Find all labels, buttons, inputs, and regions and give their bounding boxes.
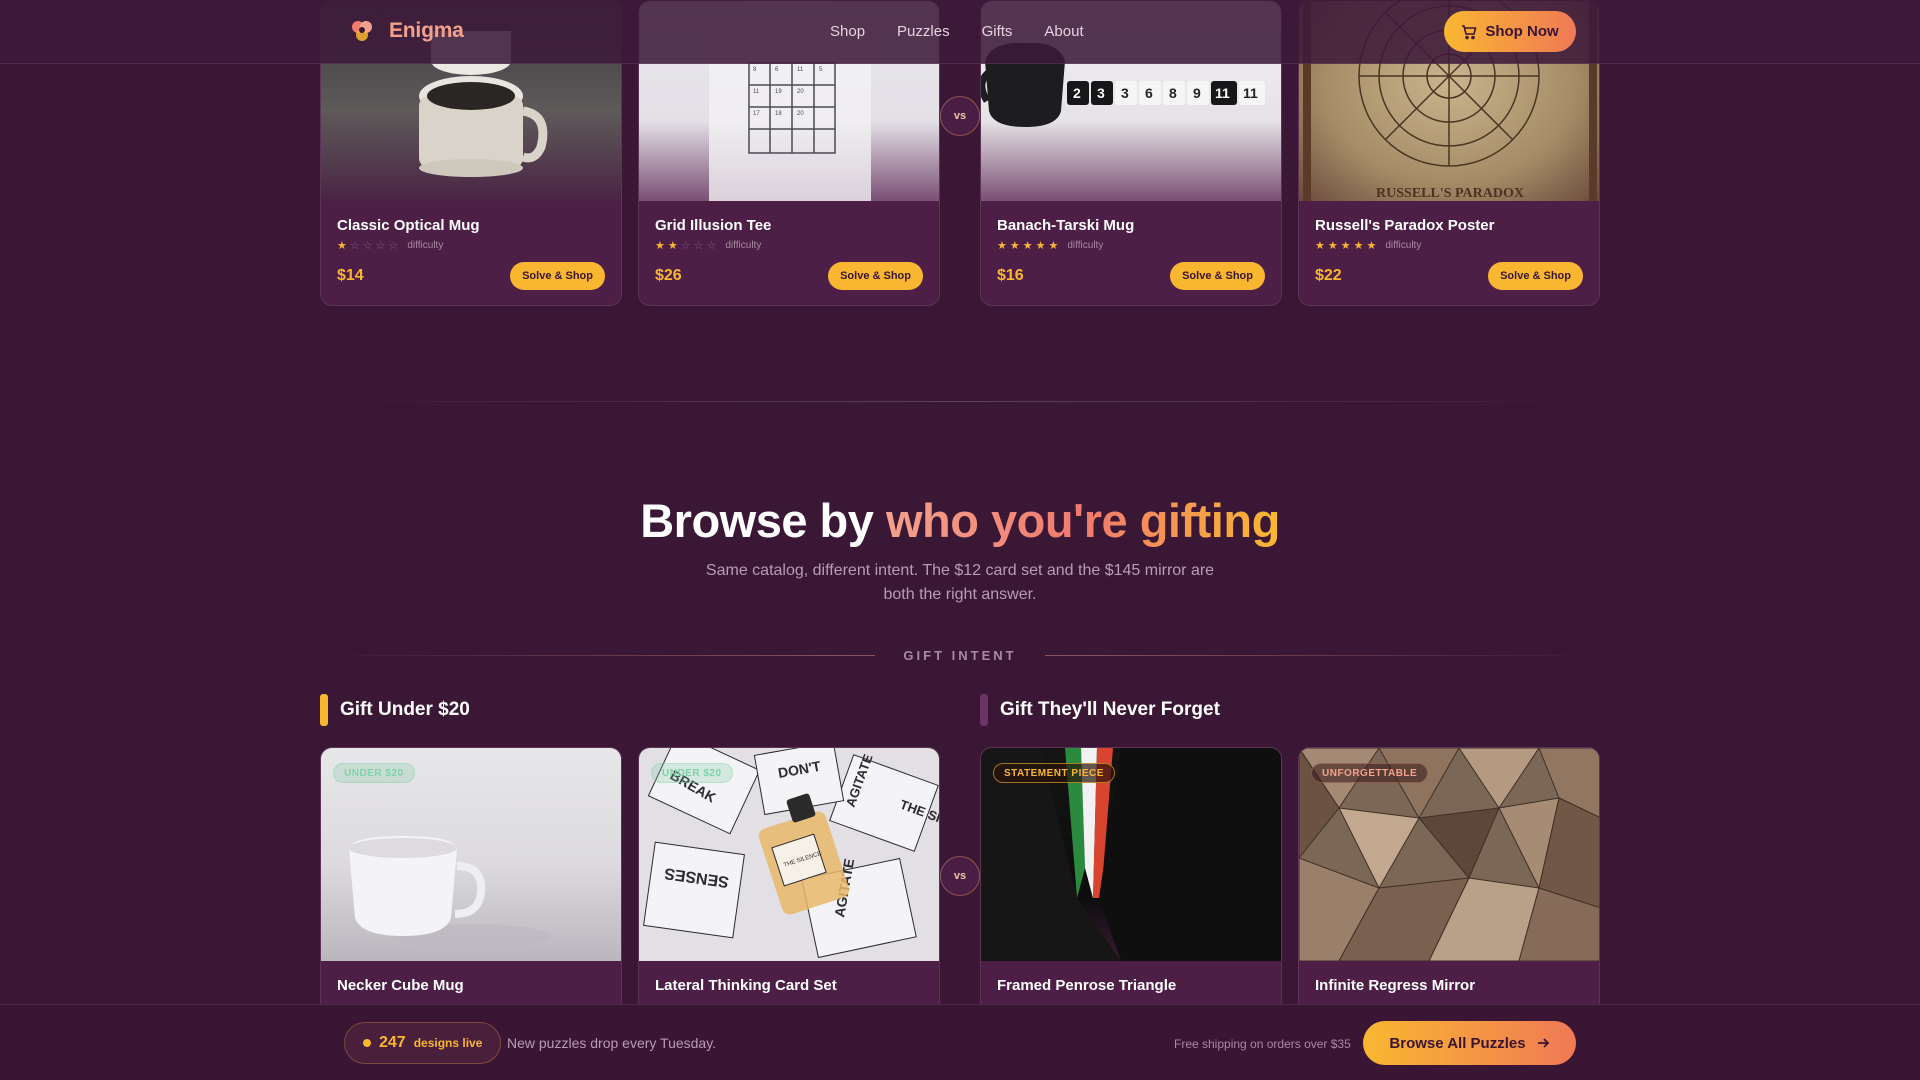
live-dot-icon	[363, 1039, 371, 1047]
mug-number: 8	[1169, 85, 1177, 101]
poster-caption: RUSSELL'S PARADOX	[1376, 186, 1524, 201]
svg-text:19: 19	[775, 89, 782, 95]
solve-shop-button[interactable]: Solve & Shop	[510, 262, 605, 290]
solve-shop-button[interactable]: Solve & Shop	[1170, 262, 1265, 290]
column-accent-bar	[320, 694, 328, 726]
sticky-footer-bar: 247 designs live New puzzles drop every …	[0, 1004, 1920, 1080]
price-badge: UNDER $20	[333, 763, 415, 783]
section-title: Browse by who you're gifting	[0, 493, 1920, 548]
product-price: $22	[1315, 267, 1342, 284]
shipping-note: Free shipping on orders over $35	[1174, 1037, 1351, 1051]
mug-number: 2	[1073, 85, 1081, 101]
product-name: Framed Penrose Triangle	[997, 977, 1177, 994]
nav-shop[interactable]: Shop	[830, 23, 865, 40]
shop-now-button[interactable]: Shop Now	[1444, 11, 1576, 52]
column-heading-never-forget: Gift They'll Never Forget	[980, 694, 1220, 726]
mug-number: 3	[1097, 85, 1105, 101]
solve-shop-button[interactable]: Solve & Shop	[828, 262, 923, 290]
difficulty-label: difficulty	[725, 240, 762, 251]
price-badge: UNDER $20	[651, 763, 733, 783]
section-title-highlight: who you're gifting	[885, 494, 1280, 547]
product-price: $14	[337, 267, 364, 284]
arrow-right-icon	[1537, 1038, 1549, 1048]
designs-label: designs live	[413, 1036, 483, 1050]
browse-all-button[interactable]: Browse All Puzzles	[1363, 1021, 1576, 1065]
section-subtitle: Same catalog, different intent. The $12 …	[705, 562, 1215, 603]
svg-text:11: 11	[797, 67, 804, 73]
browse-all-label: Browse All Puzzles	[1389, 1034, 1526, 1052]
difficulty-rating: ★ ★ ★ ★ ★ difficulty	[1315, 240, 1422, 252]
mug-number: 9	[1193, 85, 1201, 101]
nav-about[interactable]: About	[1044, 23, 1083, 40]
difficulty-rating: ★ ★ ☆ ☆ ☆ difficulty	[655, 240, 762, 252]
svg-text:20: 20	[797, 89, 804, 95]
main-nav: Shop Puzzles Gifts About	[830, 23, 1116, 40]
vs-divider: vs	[940, 96, 980, 136]
mug-number: 3	[1121, 85, 1129, 101]
vs-divider: vs	[940, 856, 980, 896]
difficulty-label: difficulty	[407, 240, 444, 251]
svg-text:17: 17	[753, 111, 760, 117]
difficulty-label: difficulty	[1385, 240, 1422, 251]
product-name: Banach-Tarski Mug	[997, 217, 1135, 234]
designs-count: 247	[379, 1034, 406, 1051]
brand-logo[interactable]: Enigma	[349, 18, 464, 44]
mug-number: 6	[1145, 85, 1153, 101]
section-title-plain: Browse by	[640, 494, 886, 547]
difficulty-rating: ★ ★ ★ ★ ★ difficulty	[997, 240, 1104, 252]
section-divider	[320, 401, 1600, 402]
svg-text:18: 18	[775, 111, 782, 117]
gift-product-card[interactable]: UNDER $20 Necker Cube Mug	[320, 747, 622, 1047]
gift-product-card[interactable]: UNFORGETTABLE Infinite Regress Mirror	[1298, 747, 1600, 1047]
svg-text:11: 11	[753, 89, 760, 95]
product-price: $16	[997, 267, 1024, 284]
nav-gifts[interactable]: Gifts	[982, 23, 1013, 40]
gift-intent-divider: GIFT INTENT	[320, 645, 1600, 665]
gift-product-card[interactable]: BREAK DON'T AGITATE THE SI SENSES AGITAT…	[638, 747, 940, 1047]
unforgettable-badge: UNFORGETTABLE	[1311, 763, 1429, 783]
mug-number: 11	[1215, 85, 1230, 101]
difficulty-label: difficulty	[1067, 240, 1104, 251]
column-heading-under-20: Gift Under $20	[320, 694, 470, 726]
product-name: Infinite Regress Mirror	[1315, 977, 1476, 994]
drop-schedule-text: New puzzles drop every Tuesday.	[507, 1035, 717, 1051]
brain-logo-icon	[352, 21, 372, 41]
column-accent-bar	[980, 694, 988, 726]
gift-product-card[interactable]: STATEMENT PIECE Framed Penrose Triangle	[980, 747, 1282, 1047]
designs-live-pill: 247 designs live	[344, 1022, 502, 1064]
product-price: $26	[655, 267, 682, 284]
shop-now-label: Shop Now	[1485, 23, 1559, 40]
nav-puzzles[interactable]: Puzzles	[897, 23, 950, 40]
product-name: Classic Optical Mug	[337, 217, 480, 234]
mug-number: 11	[1243, 85, 1258, 101]
product-name: Grid Illusion Tee	[655, 217, 772, 234]
product-name: Necker Cube Mug	[337, 977, 464, 994]
top-nav-bar: Enigma Shop Puzzles Gifts About Shop Now	[0, 0, 1920, 64]
brand-name: Enigma	[389, 19, 464, 42]
difficulty-rating: ★ ☆ ☆ ☆ ☆ difficulty	[337, 240, 444, 252]
statement-badge: STATEMENT PIECE	[993, 763, 1115, 783]
product-name: Lateral Thinking Card Set	[655, 977, 837, 994]
cart-icon	[1462, 24, 1477, 39]
product-name: Russell's Paradox Poster	[1315, 217, 1495, 234]
column-title: Gift Under $20	[340, 699, 470, 720]
solve-shop-button[interactable]: Solve & Shop	[1488, 262, 1583, 290]
column-title: Gift They'll Never Forget	[1000, 699, 1220, 720]
svg-text:20: 20	[797, 111, 804, 117]
